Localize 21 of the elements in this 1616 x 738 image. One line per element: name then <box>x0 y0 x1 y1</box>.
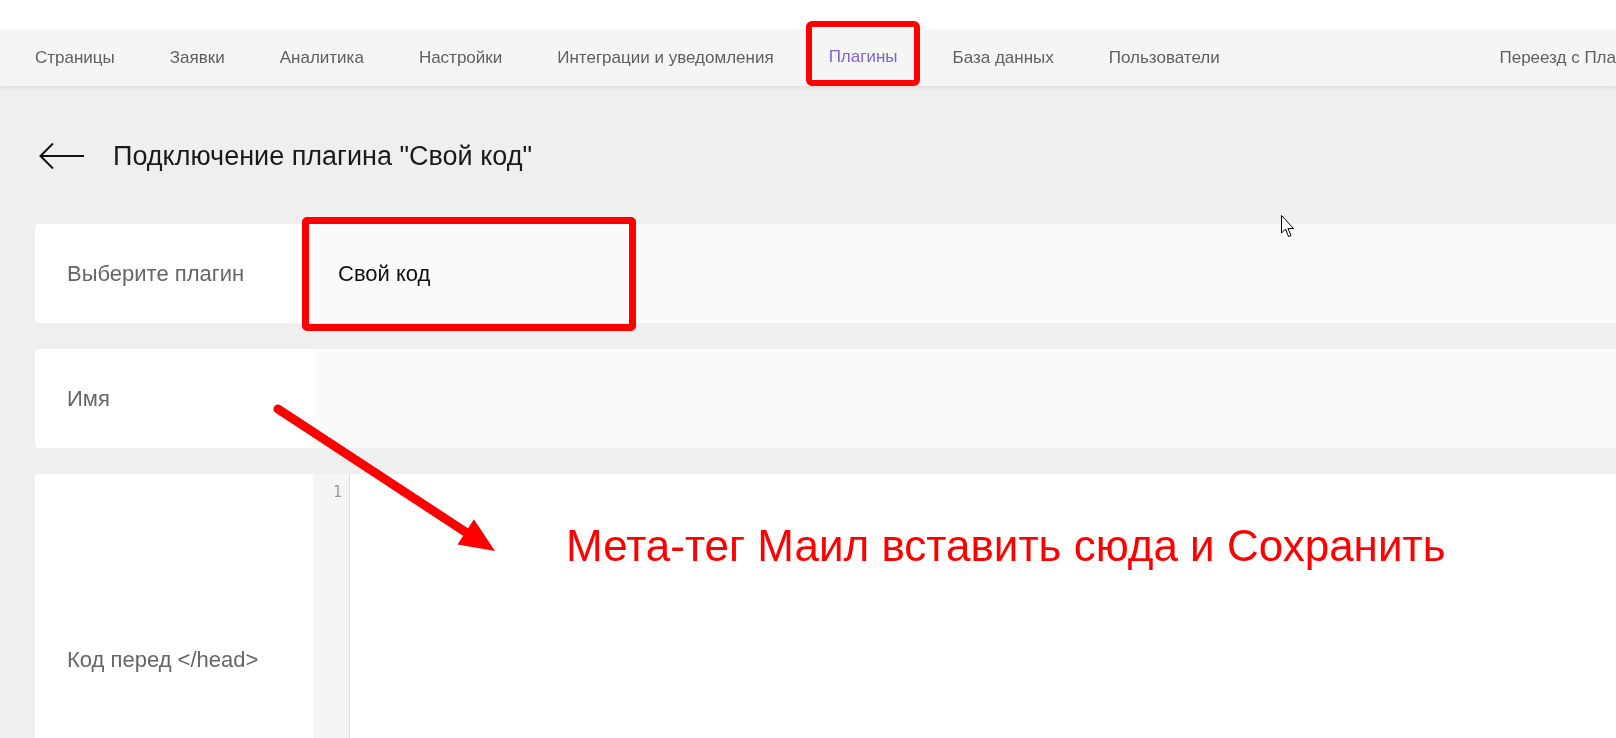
nav-tab[interactable]: База данных <box>952 29 1054 86</box>
field-label: Имя <box>35 349 313 448</box>
name-input-field[interactable] <box>313 349 1616 448</box>
nav-tab[interactable]: Аналитика <box>279 29 364 86</box>
annotation-text: Мета-тег Маил вставить сюда и Сохранить <box>566 520 1446 572</box>
nav-tab[interactable]: Переезд с Пла <box>1499 29 1616 86</box>
nav-tab[interactable]: Плагины <box>828 34 898 80</box>
field-label: Код перед </head> <box>35 474 313 738</box>
page-title: Подключение плагина "Свой код" <box>113 140 533 172</box>
field-label: Выберите плагин <box>35 224 313 323</box>
nav-tab[interactable]: Пользователи <box>1108 29 1220 86</box>
plugin-select-field[interactable]: Свой код <box>313 224 1616 323</box>
nav-tab[interactable]: Страницы <box>35 29 115 86</box>
nav-tab[interactable]: Настройки <box>418 29 503 86</box>
back-arrow-icon <box>39 142 85 170</box>
back-button[interactable] <box>39 142 85 170</box>
mouse-cursor-icon <box>1281 215 1295 238</box>
nav-tab[interactable]: Интеграции и уведомления <box>557 29 774 86</box>
nav-tab[interactable]: Заявки <box>169 29 225 86</box>
code-input-field[interactable] <box>350 474 1616 738</box>
line-number: 1 <box>332 482 342 502</box>
